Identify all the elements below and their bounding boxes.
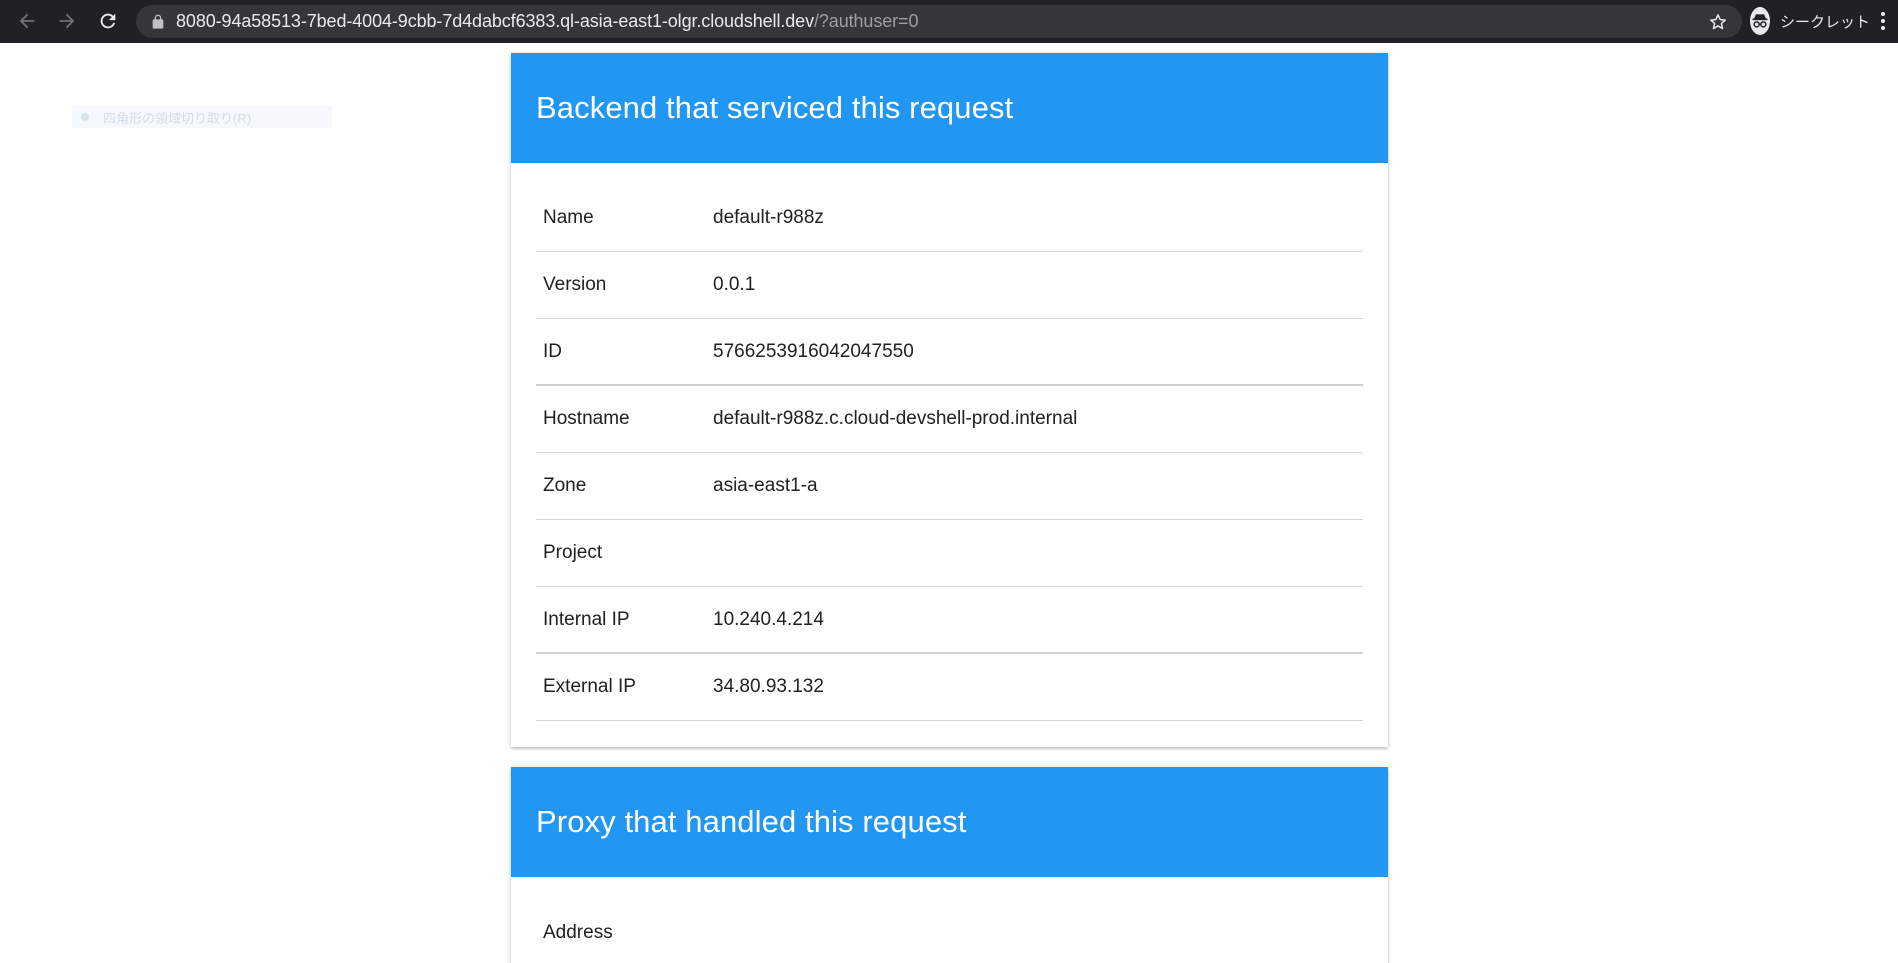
table-row: Version 0.0.1 [536, 252, 1363, 319]
table-row: External IP 34.80.93.132 [536, 654, 1363, 721]
snip-hint-text: 四角形の領域切り取り(R) [103, 110, 252, 126]
row-key: Address [543, 921, 613, 943]
row-key: Project [543, 542, 603, 563]
incognito-icon [1750, 7, 1770, 35]
incognito-profile-button[interactable]: シークレット [1750, 4, 1870, 38]
row-key: Version [543, 274, 607, 295]
row-value: 0.0.1 [713, 274, 756, 295]
table-row: Project [536, 520, 1363, 587]
table-row: Zone asia-east1-a [536, 453, 1363, 520]
backend-card-title: Backend that serviced this request [536, 90, 1014, 125]
browser-toolbar: 8080-94a58513-7bed-4004-9cbb-7d4dabcf638… [0, 0, 1898, 43]
more-vert-icon[interactable] [1876, 8, 1890, 34]
proxy-info-table: Address [536, 877, 1363, 963]
backend-card-header: Backend that serviced this request [511, 53, 1388, 163]
snip-icon [81, 113, 89, 121]
row-key: External IP [543, 676, 636, 697]
row-key: ID [543, 340, 562, 362]
backend-card: Backend that serviced this request Name … [511, 53, 1388, 747]
row-key: Internal IP [543, 608, 630, 630]
proxy-card: Proxy that handled this request Address [511, 767, 1388, 963]
proxy-card-header: Proxy that handled this request [511, 767, 1388, 877]
row-key: Name [543, 207, 594, 228]
back-arrow-icon[interactable] [12, 6, 42, 36]
reload-icon[interactable] [93, 6, 123, 36]
incognito-label: シークレット [1780, 13, 1871, 31]
row-value: default-r988z [713, 207, 824, 228]
url-text[interactable]: 8080-94a58513-7bed-4004-9cbb-7d4dabcf638… [176, 5, 918, 38]
row-value: 5766253916042047550 [713, 340, 914, 362]
row-value: 34.80.93.132 [713, 676, 824, 697]
snip-tool-hint: 四角形の領域切り取り(R) [72, 106, 332, 128]
star-icon[interactable] [1708, 12, 1728, 32]
forward-arrow-icon[interactable] [52, 6, 82, 36]
table-row: Internal IP 10.240.4.214 [536, 587, 1363, 654]
url-host: 8080-94a58513-7bed-4004-9cbb-7d4dabcf638… [176, 11, 814, 31]
proxy-card-title: Proxy that handled this request [536, 804, 967, 839]
lock-icon[interactable] [150, 14, 166, 30]
url-path: /?authuser=0 [813, 11, 919, 31]
table-row: Hostname default-r988z.c.cloud-devshell-… [536, 386, 1363, 453]
row-key: Hostname [543, 408, 630, 429]
table-row: Address [536, 899, 1363, 963]
row-value: default-r988z.c.cloud-devshell-prod.inte… [713, 408, 1078, 429]
row-value: 10.240.4.214 [713, 608, 824, 630]
row-key: Zone [543, 475, 587, 496]
table-row: Name default-r988z [536, 185, 1363, 252]
table-row: ID 5766253916042047550 [536, 319, 1363, 386]
address-bar[interactable]: 8080-94a58513-7bed-4004-9cbb-7d4dabcf638… [136, 5, 1742, 38]
backend-info-table: Name default-r988z Version 0.0.1 ID 5766… [536, 163, 1363, 721]
row-value: asia-east1-a [713, 475, 818, 496]
